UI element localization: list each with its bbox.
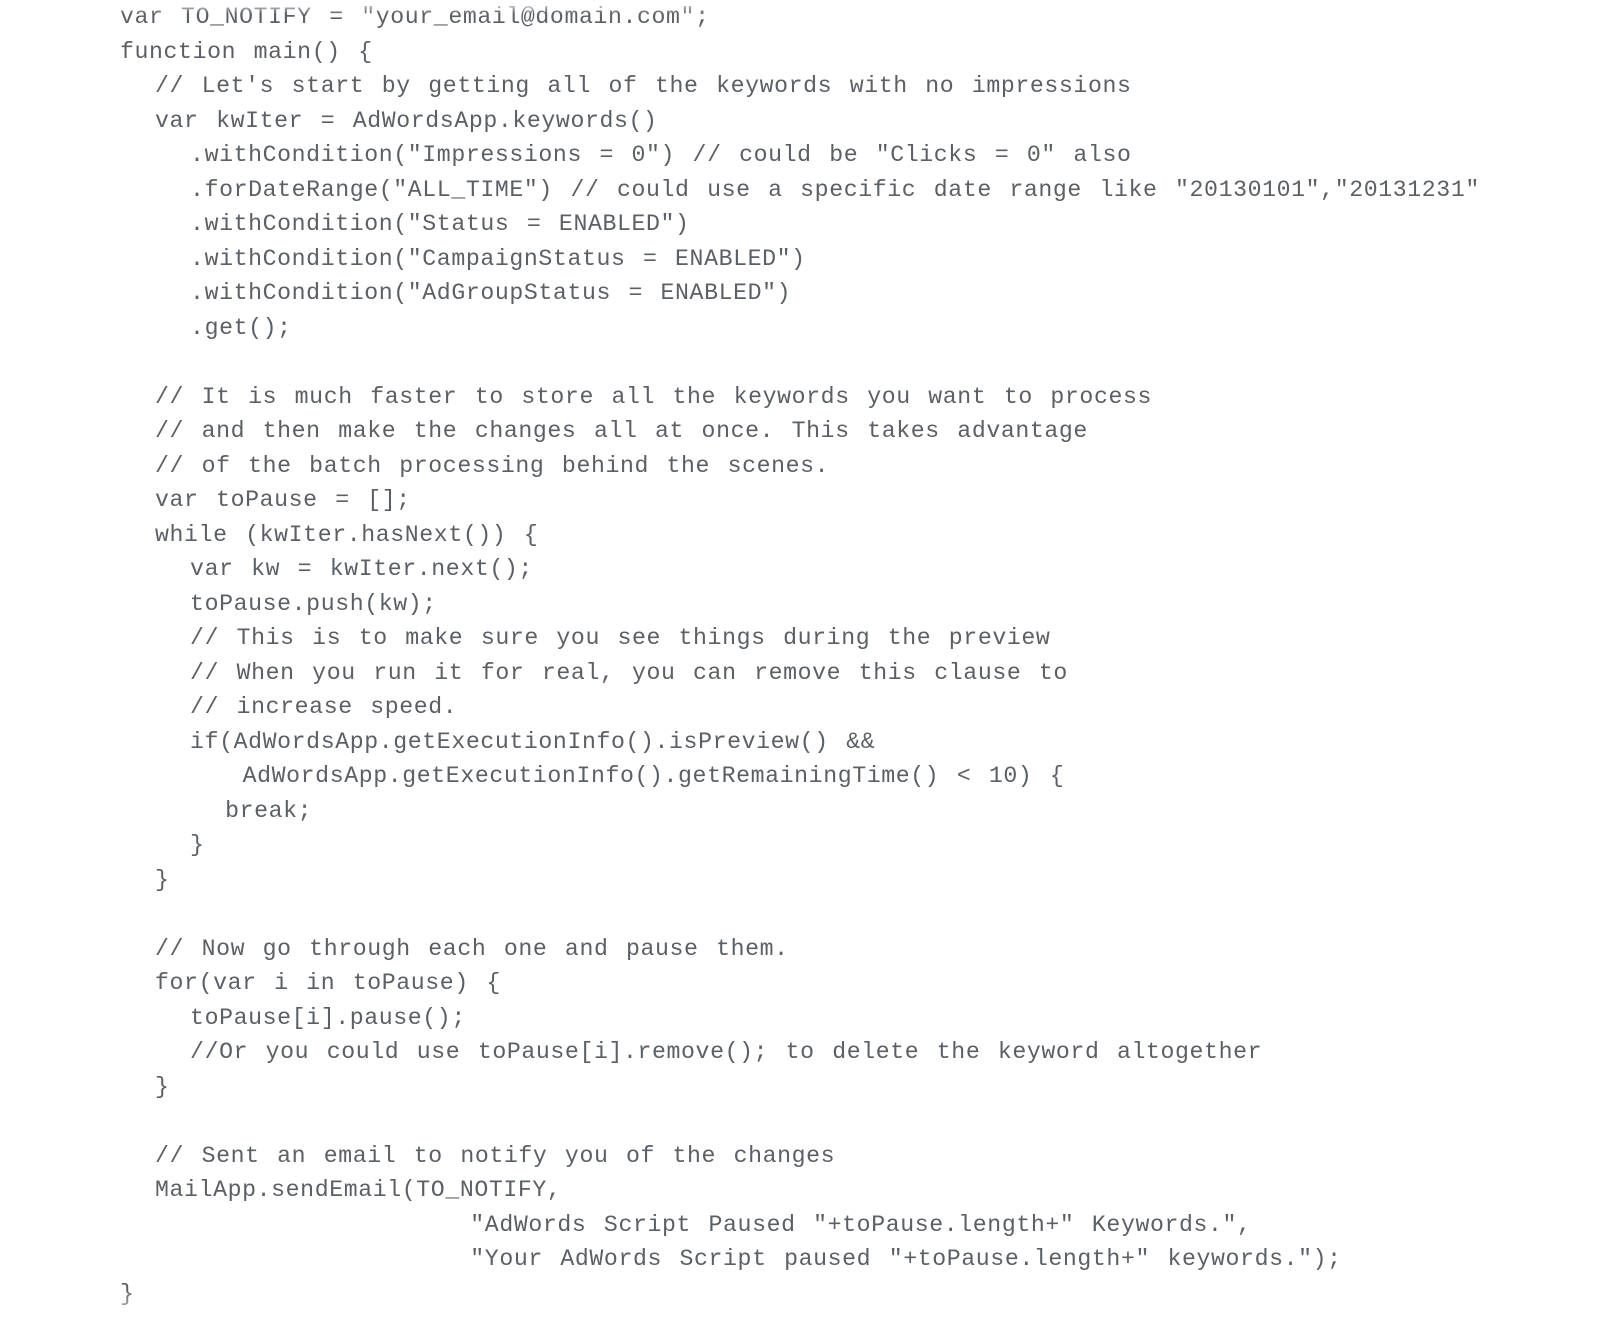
code-block: var TO_NOTIFY = "your_email@domain.com";… xyxy=(0,0,1600,1311)
